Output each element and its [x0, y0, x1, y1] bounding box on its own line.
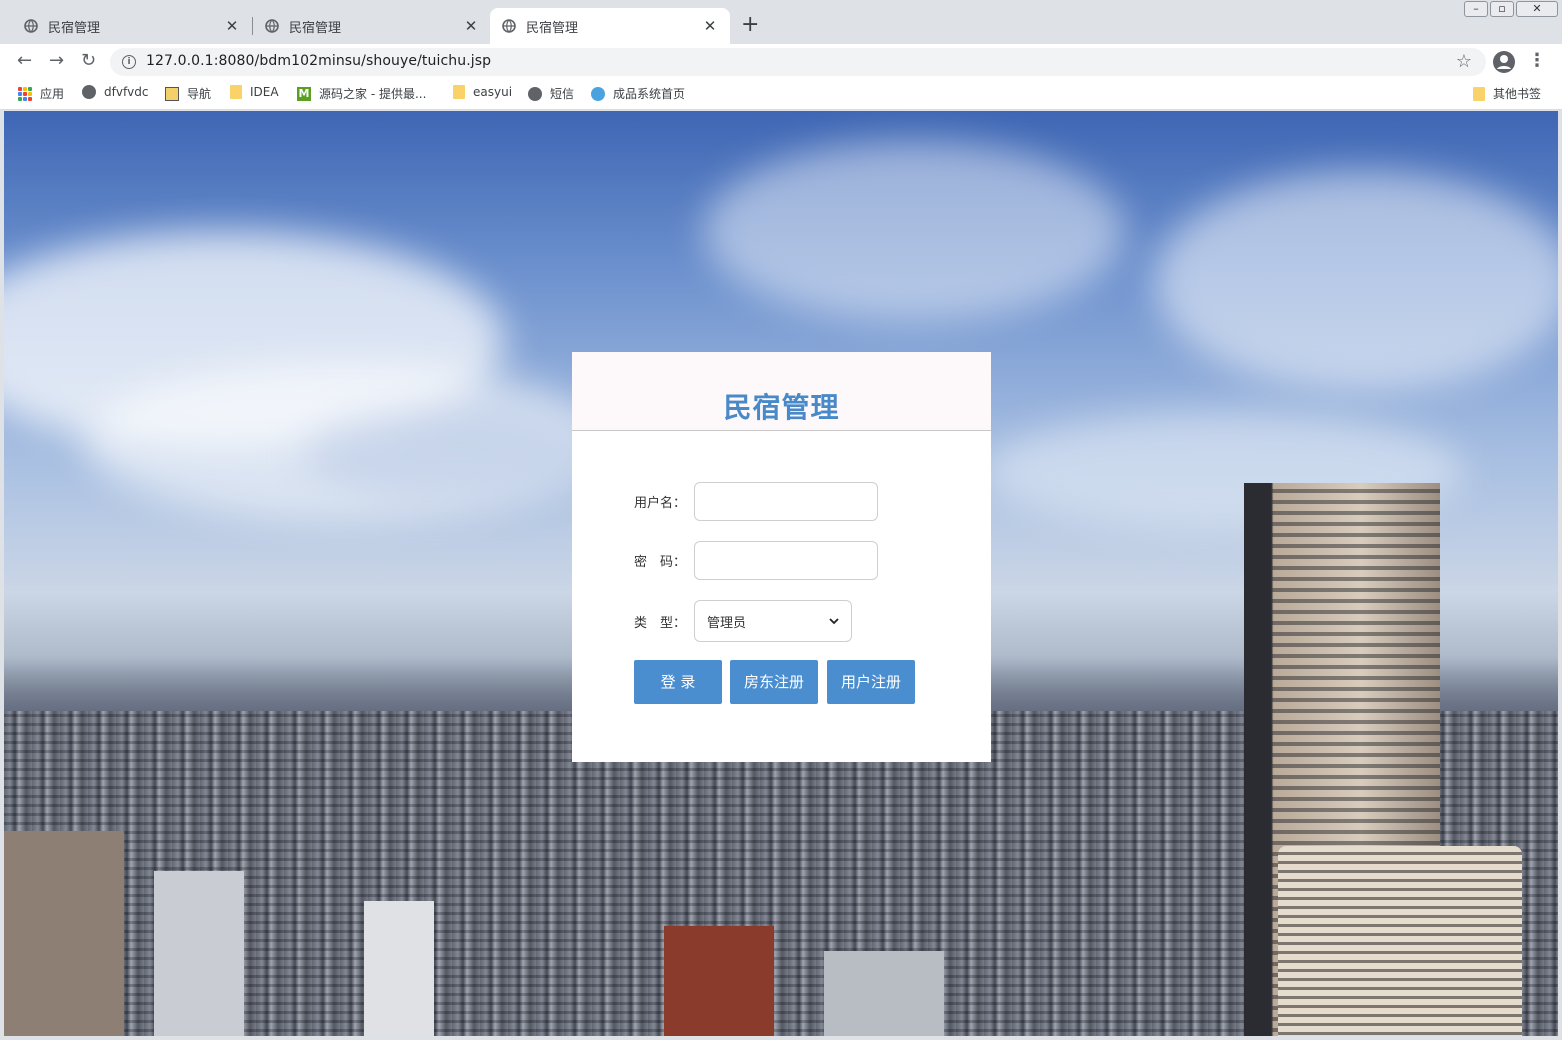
- chevron-down-icon: [829, 617, 839, 624]
- login-button[interactable]: 登 录: [634, 660, 722, 704]
- folder-icon: [1473, 86, 1485, 101]
- username-input[interactable]: [694, 482, 878, 521]
- bookmark-label: 成品系统首页: [613, 87, 686, 101]
- building: [364, 901, 434, 1036]
- bookmark-item[interactable]: 短信: [528, 85, 574, 102]
- bookmark-label: 导航: [187, 87, 212, 101]
- address-bar[interactable]: i 127.0.0.1:8080/bdm102minsu/shouye/tuic…: [110, 48, 1486, 76]
- user-register-button[interactable]: 用户注册: [827, 660, 915, 704]
- type-select-value: 管理员: [707, 615, 747, 631]
- apps-grid-icon: [18, 86, 32, 101]
- m-logo-icon: M: [297, 86, 311, 101]
- bookmarks-bar: 应用 dfvfvdc 导航 IDEA M 源码之家 - 提供最... easyu…: [0, 78, 1562, 110]
- globe-icon: [528, 86, 542, 101]
- bookmark-other-folder[interactable]: 其他书签: [1473, 85, 1541, 102]
- tab-title: 民宿管理: [526, 20, 579, 36]
- globe-icon: [265, 19, 279, 33]
- image-icon: [165, 86, 179, 101]
- bookmark-label: 源码之家 - 提供最...: [319, 87, 427, 101]
- bookmark-item[interactable]: dfvfvdc: [82, 85, 148, 99]
- cloud: [704, 141, 1124, 321]
- bookmark-label: dfvfvdc: [104, 85, 149, 99]
- bookmark-label: 其他书签: [1493, 87, 1542, 101]
- bookmark-label: 应用: [40, 87, 65, 101]
- bookmark-folder[interactable]: easyui: [453, 85, 512, 99]
- more-menu-icon[interactable]: ⋮: [1528, 50, 1546, 71]
- page-title: 民宿管理: [723, 391, 840, 424]
- bookmark-item[interactable]: M 源码之家 - 提供最...: [297, 85, 426, 102]
- avatar: [1497, 55, 1511, 69]
- building: [154, 871, 244, 1036]
- tab-1[interactable]: 民宿管理 ✕: [0, 8, 252, 44]
- restore-button[interactable]: ▫: [1490, 1, 1514, 17]
- url-text[interactable]: 127.0.0.1:8080/bdm102minsu/shouye/tuichu…: [146, 53, 491, 69]
- globe-icon: [24, 19, 38, 33]
- login-header: 民宿管理: [572, 352, 991, 431]
- globe-icon: [82, 85, 96, 99]
- bookmark-label: easyui: [473, 85, 513, 99]
- curved-building: [1278, 846, 1522, 1036]
- tab-3-active[interactable]: 民宿管理 ✕: [490, 8, 730, 44]
- password-label: 密 码：: [634, 555, 687, 570]
- building: [4, 831, 124, 1036]
- tab-2[interactable]: 民宿管理 ✕: [239, 8, 491, 44]
- close-icon[interactable]: ✕: [463, 17, 479, 35]
- profile-icon[interactable]: [1493, 51, 1515, 73]
- bookmark-apps[interactable]: 应用: [18, 85, 64, 102]
- bookmark-label: IDEA: [250, 85, 279, 99]
- building: [664, 926, 774, 1036]
- bookmark-folder[interactable]: IDEA: [230, 85, 279, 99]
- page-background: 民宿管理 用户名： 密 码： 类 型： 管理员 登 录 房东注册 用户注册: [4, 111, 1558, 1036]
- login-form: 用户名： 密 码： 类 型： 管理员 登 录 房东注册 用户注册: [572, 431, 991, 762]
- info-icon[interactable]: i: [122, 55, 136, 69]
- tab-title: 民宿管理: [289, 20, 342, 36]
- reload-icon[interactable]: ↻: [81, 51, 96, 71]
- password-input[interactable]: [694, 541, 878, 580]
- bookmark-star-icon[interactable]: ☆: [1456, 51, 1472, 72]
- home-icon: [591, 86, 605, 101]
- folder-icon: [230, 85, 242, 99]
- globe-icon: [502, 19, 516, 33]
- login-card: 民宿管理 用户名： 密 码： 类 型： 管理员 登 录 房东注册 用户注册: [572, 352, 991, 762]
- bookmark-label: 短信: [550, 87, 575, 101]
- back-icon[interactable]: ←: [17, 51, 32, 71]
- cloud: [304, 411, 604, 501]
- browser-toolbar: ← → ↻ i 127.0.0.1:8080/bdm102minsu/shouy…: [0, 44, 1562, 78]
- window-close-button[interactable]: ✕: [1516, 1, 1558, 17]
- folder-icon: [453, 85, 465, 99]
- close-icon[interactable]: ✕: [224, 17, 240, 35]
- bookmark-item[interactable]: 导航: [165, 85, 211, 102]
- building: [824, 951, 944, 1036]
- type-label: 类 型：: [634, 616, 687, 631]
- landlord-register-button[interactable]: 房东注册: [730, 660, 818, 704]
- type-select[interactable]: 管理员: [694, 600, 852, 642]
- tab-title: 民宿管理: [48, 20, 101, 36]
- minimize-button[interactable]: –: [1464, 1, 1488, 17]
- tab-strip: 民宿管理 ✕ 民宿管理 ✕ 民宿管理 ✕ + – ▫ ✕: [0, 0, 1562, 44]
- new-tab-button[interactable]: +: [741, 14, 759, 36]
- close-icon[interactable]: ✕: [702, 17, 718, 35]
- forward-icon[interactable]: →: [49, 51, 64, 71]
- bookmark-item[interactable]: 成品系统首页: [591, 85, 685, 102]
- username-label: 用户名：: [634, 496, 687, 511]
- cloud: [1154, 171, 1558, 391]
